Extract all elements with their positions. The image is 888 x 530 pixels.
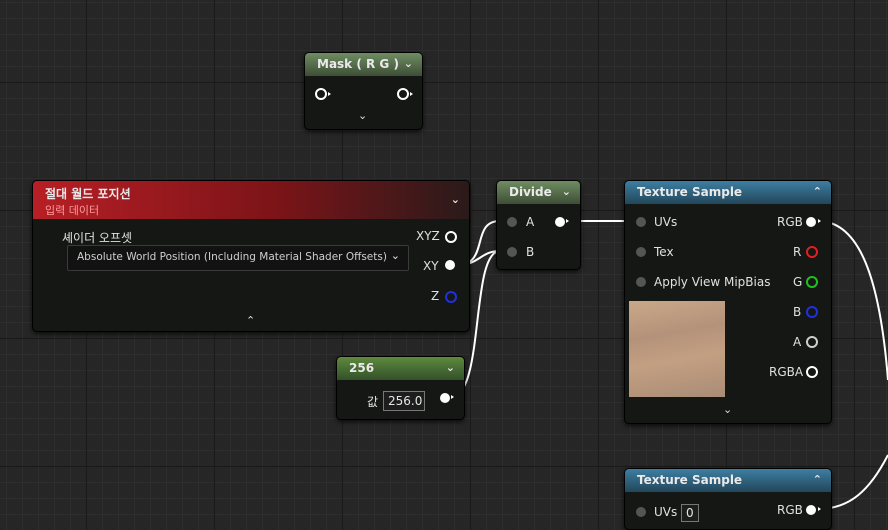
output-pin-b[interactable]: [806, 306, 818, 318]
texture-node-2-header[interactable]: Texture Sample ⌃: [625, 469, 831, 492]
chevron-down-icon[interactable]: ⌄: [446, 361, 455, 374]
input-label-mipbias: Apply View MipBias: [654, 275, 771, 289]
texture-node-header[interactable]: Texture Sample ⌃: [625, 181, 831, 204]
chevron-up-icon[interactable]: ⌃: [813, 185, 822, 198]
input-label-a: A: [526, 215, 535, 229]
arrow-icon: [818, 219, 821, 223]
constant-node-header[interactable]: 256 ⌄: [337, 357, 464, 380]
chevron-down-icon[interactable]: ⌄: [404, 57, 413, 70]
chevron-up-icon[interactable]: ⌃: [813, 473, 822, 486]
value-input[interactable]: 256.0: [383, 391, 425, 411]
output-pin-rgb[interactable]: [806, 217, 816, 227]
shader-offset-dropdown[interactable]: Absolute World Position (Including Mater…: [67, 245, 409, 271]
arrow-icon: [328, 92, 331, 96]
value-text: 256.0: [388, 394, 423, 408]
mask-input-pin[interactable]: [315, 88, 327, 100]
input-label-tex: Tex: [654, 245, 674, 259]
output-label-b: B: [793, 305, 802, 319]
expand-chevron-icon[interactable]: ⌄: [358, 109, 367, 122]
texture-node-title: Texture Sample: [637, 185, 743, 199]
constant-node[interactable]: 256 ⌄ 값 256.0: [336, 356, 465, 420]
output-pin-g[interactable]: [806, 276, 818, 288]
divide-node[interactable]: Divide ⌄ A B: [496, 180, 581, 270]
input-pin-a[interactable]: [507, 217, 517, 227]
output-label-xyz: XYZ: [416, 229, 440, 243]
output-label-z: Z: [431, 289, 440, 303]
output-label-rgba: RGBA: [769, 365, 804, 379]
output-pin-a[interactable]: [806, 336, 818, 348]
constant-node-title: 256: [349, 361, 375, 375]
output-label-a: A: [793, 335, 802, 349]
output-pin-rgba[interactable]: [806, 366, 818, 378]
texture-sample-node[interactable]: Texture Sample ⌃ UVs Tex Apply View MipB…: [624, 180, 832, 424]
divide-output-pin[interactable]: [555, 217, 565, 227]
chevron-down-icon[interactable]: ⌄: [451, 193, 460, 206]
input-pin-uvs[interactable]: [636, 217, 646, 227]
input-label-uvs-2: UVs: [654, 505, 678, 519]
output-pin-xy[interactable]: [445, 260, 455, 270]
mask-node-title: Mask ( R G ): [317, 57, 399, 71]
divide-node-title: Divide: [509, 185, 552, 199]
shader-offset-label: 셰이더 오프셋: [62, 231, 133, 245]
uv-value-input[interactable]: 0: [681, 504, 699, 522]
input-pin-mipbias[interactable]: [636, 277, 646, 287]
collapse-chevron-icon[interactable]: ⌃: [246, 314, 255, 327]
value-label: 값: [367, 395, 379, 409]
arrow-icon: [410, 92, 413, 96]
output-label-g: G: [793, 275, 803, 289]
world-node-title: 절대 월드 포지션: [45, 187, 131, 201]
input-pin-uvs-2[interactable]: [636, 507, 646, 517]
world-node-header[interactable]: 절대 월드 포지션 입력 데이터 ⌄: [33, 181, 469, 219]
output-label-xy: XY: [423, 259, 439, 273]
arrow-icon: [818, 507, 821, 511]
input-label-b: B: [526, 245, 535, 259]
dropdown-value: Absolute World Position (Including Mater…: [77, 251, 387, 263]
input-pin-tex[interactable]: [636, 247, 646, 257]
output-pin-z[interactable]: [445, 291, 457, 303]
arrow-icon: [566, 219, 569, 223]
mask-output-pin[interactable]: [397, 88, 409, 100]
texture-node-2-title: Texture Sample: [637, 473, 743, 487]
output-label-r: R: [793, 245, 802, 259]
arrow-icon: [451, 395, 454, 399]
constant-output-pin[interactable]: [440, 393, 450, 403]
expand-chevron-icon[interactable]: ⌄: [723, 403, 732, 416]
input-pin-b[interactable]: [507, 247, 517, 257]
chevron-down-icon[interactable]: ⌄: [562, 185, 571, 198]
output-pin-xyz[interactable]: [445, 231, 457, 243]
world-position-node[interactable]: 절대 월드 포지션 입력 데이터 ⌄ 셰이더 오프셋 Absolute Worl…: [32, 180, 470, 332]
output-pin-rgb-2[interactable]: [806, 505, 816, 515]
divide-node-header[interactable]: Divide ⌄: [497, 181, 580, 204]
chevron-down-icon: ⌄: [390, 249, 400, 262]
output-label-rgb: RGB: [777, 215, 803, 229]
input-label-uvs: UVs: [654, 215, 678, 229]
output-pin-r[interactable]: [806, 246, 818, 258]
texture-preview: [629, 301, 725, 397]
output-label-rgb-2: RGB: [777, 503, 803, 517]
texture-sample-node-2[interactable]: Texture Sample ⌃ UVs 0 RGB: [624, 468, 832, 530]
mask-node[interactable]: Mask ( R G ) ⌄ ⌄: [304, 52, 423, 130]
world-node-subtitle: 입력 데이터: [45, 204, 100, 217]
mask-node-header[interactable]: Mask ( R G ) ⌄: [305, 53, 422, 76]
